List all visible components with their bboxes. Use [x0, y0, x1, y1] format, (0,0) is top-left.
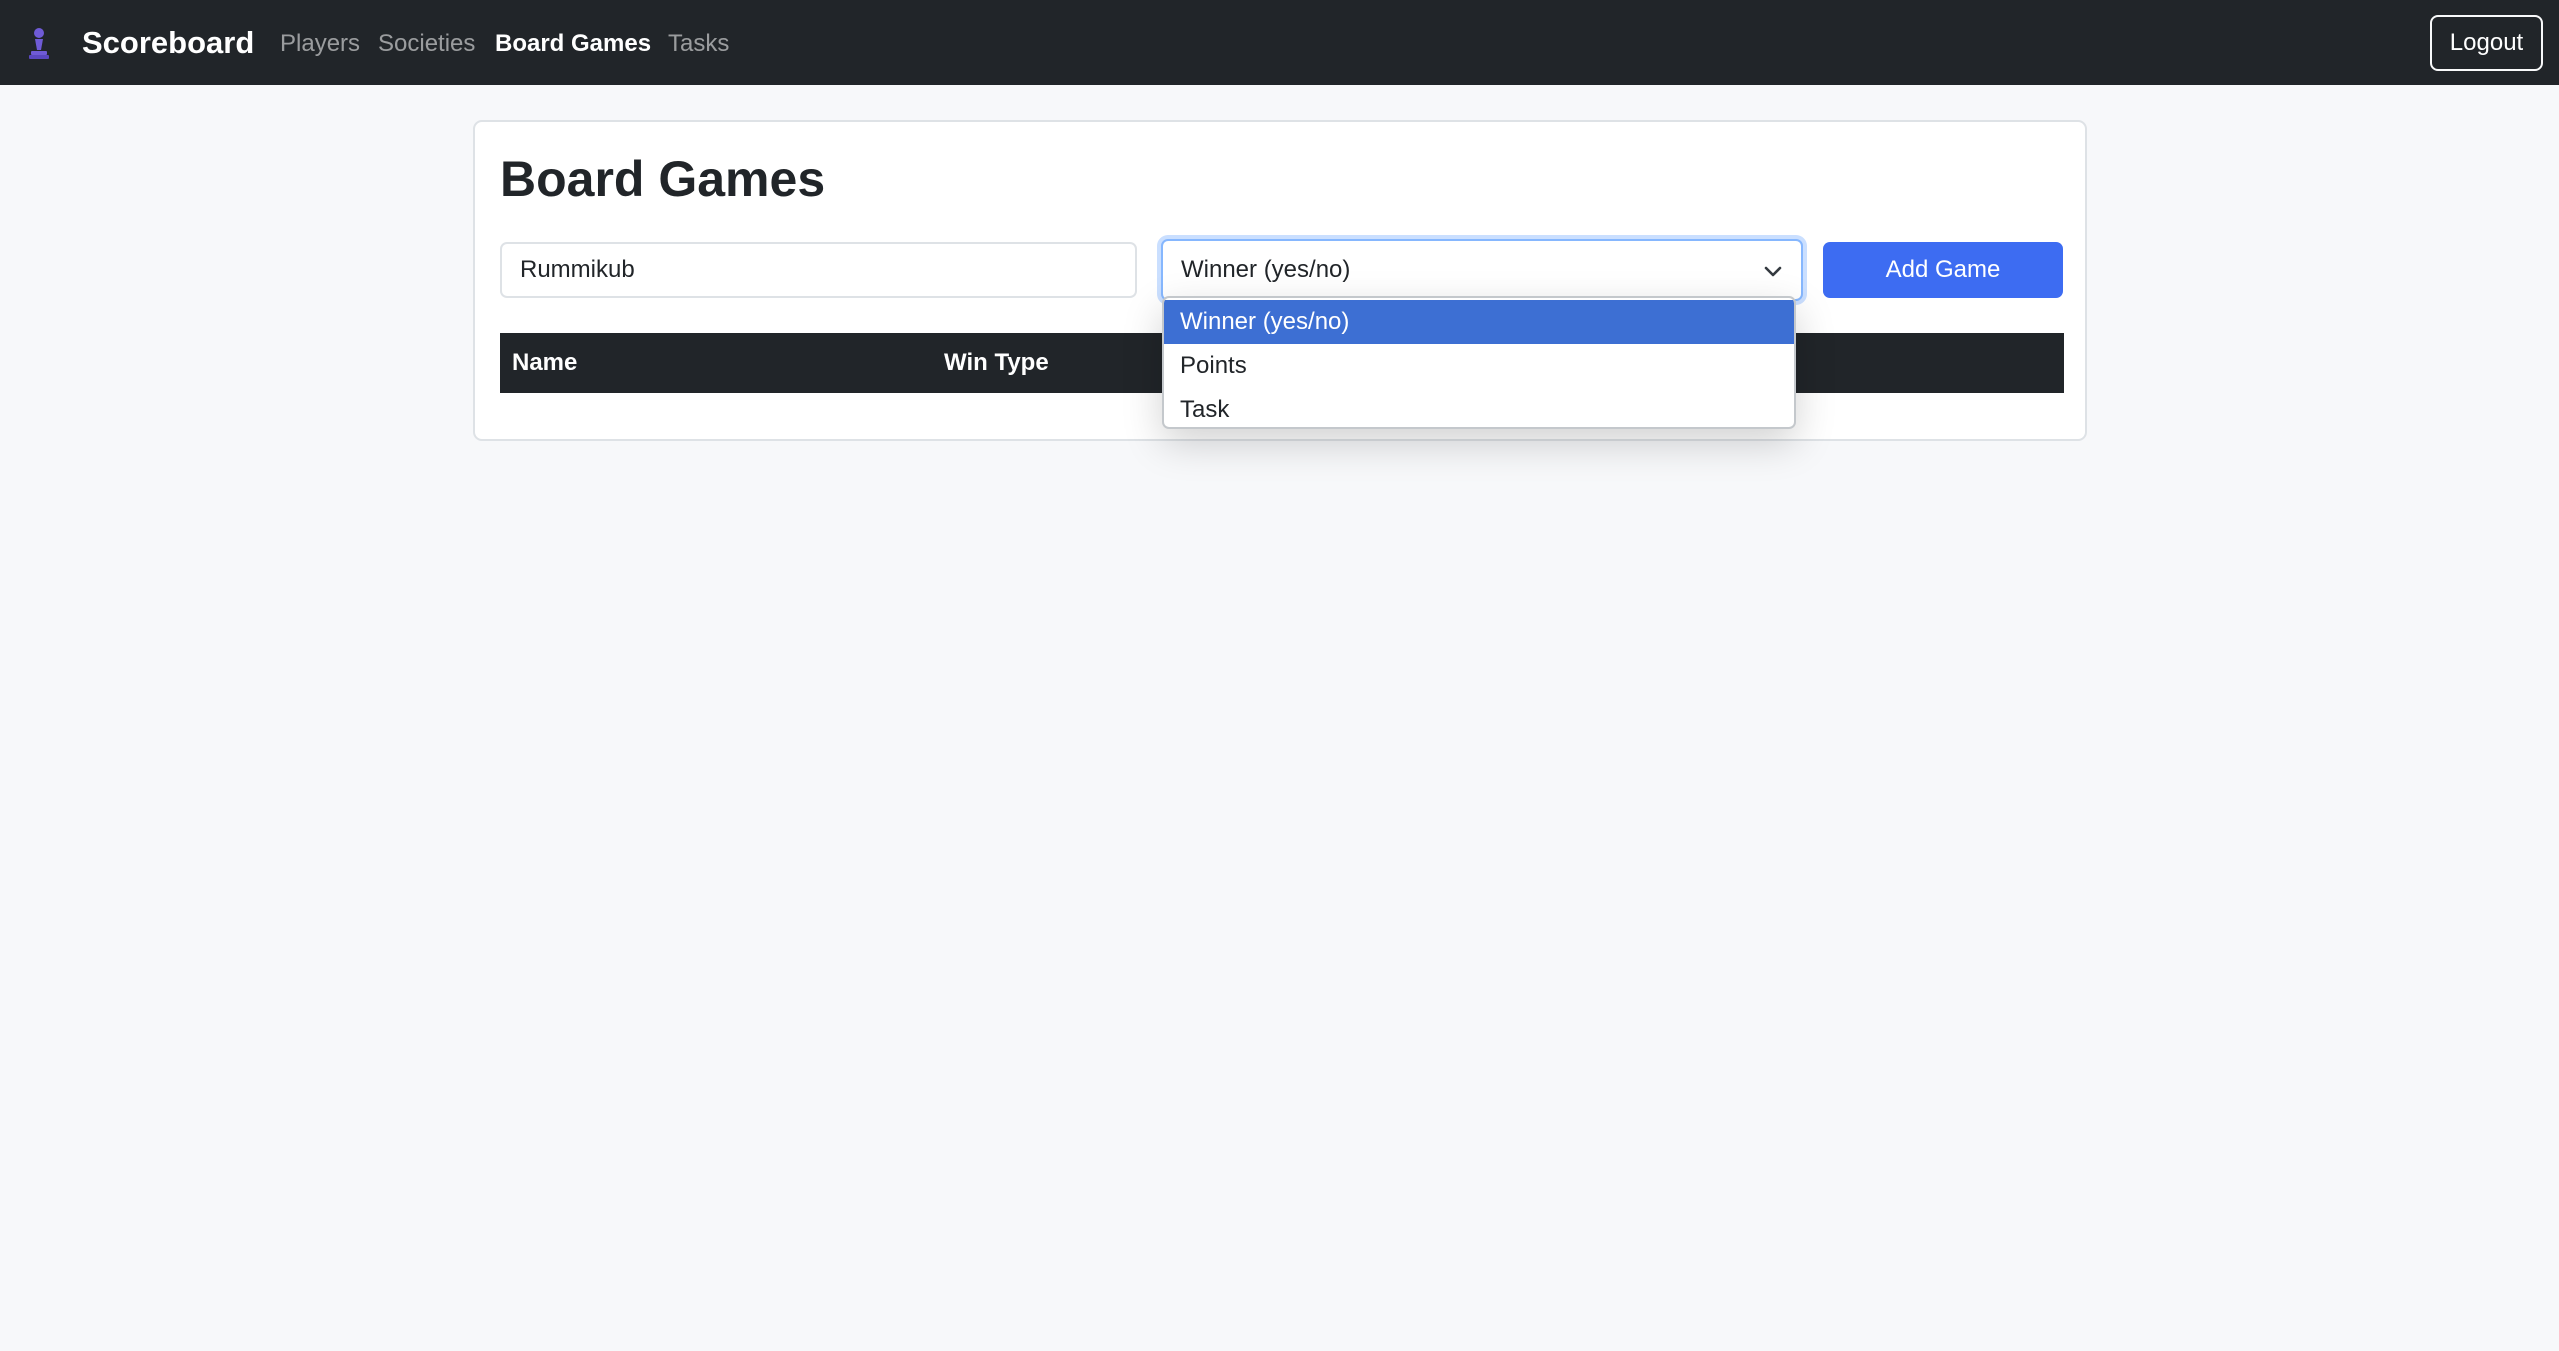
page-title: Board Games [500, 151, 826, 207]
win-type-selected-value: Winner (yes/no) [1181, 256, 1351, 283]
top-navbar: Scoreboard Players Societies Board Games… [0, 0, 2559, 85]
column-header-name[interactable]: Name [512, 333, 577, 393]
nav-link-players[interactable]: Players [280, 27, 360, 61]
win-type-dropdown-list: Winner (yes/no) Points Task [1162, 296, 1796, 429]
nav-link-board-games[interactable]: Board Games [495, 27, 651, 61]
logout-button[interactable]: Logout [2430, 15, 2543, 71]
win-type-option-points[interactable]: Points [1164, 344, 1794, 388]
chess-pawn-icon [29, 28, 49, 59]
win-type-option-winner[interactable]: Winner (yes/no) [1164, 300, 1794, 344]
nav-link-tasks[interactable]: Tasks [668, 27, 729, 61]
win-type-option-task[interactable]: Task [1164, 388, 1794, 427]
game-name-input[interactable] [500, 242, 1137, 298]
chevron-down-icon [1764, 266, 1782, 277]
add-game-button[interactable]: Add Game [1823, 242, 2063, 298]
nav-link-societies[interactable]: Societies [378, 27, 475, 61]
column-header-win-type[interactable]: Win Type [944, 333, 1049, 393]
win-type-select[interactable]: Winner (yes/no) [1161, 239, 1803, 301]
brand-name[interactable]: Scoreboard [82, 24, 254, 62]
